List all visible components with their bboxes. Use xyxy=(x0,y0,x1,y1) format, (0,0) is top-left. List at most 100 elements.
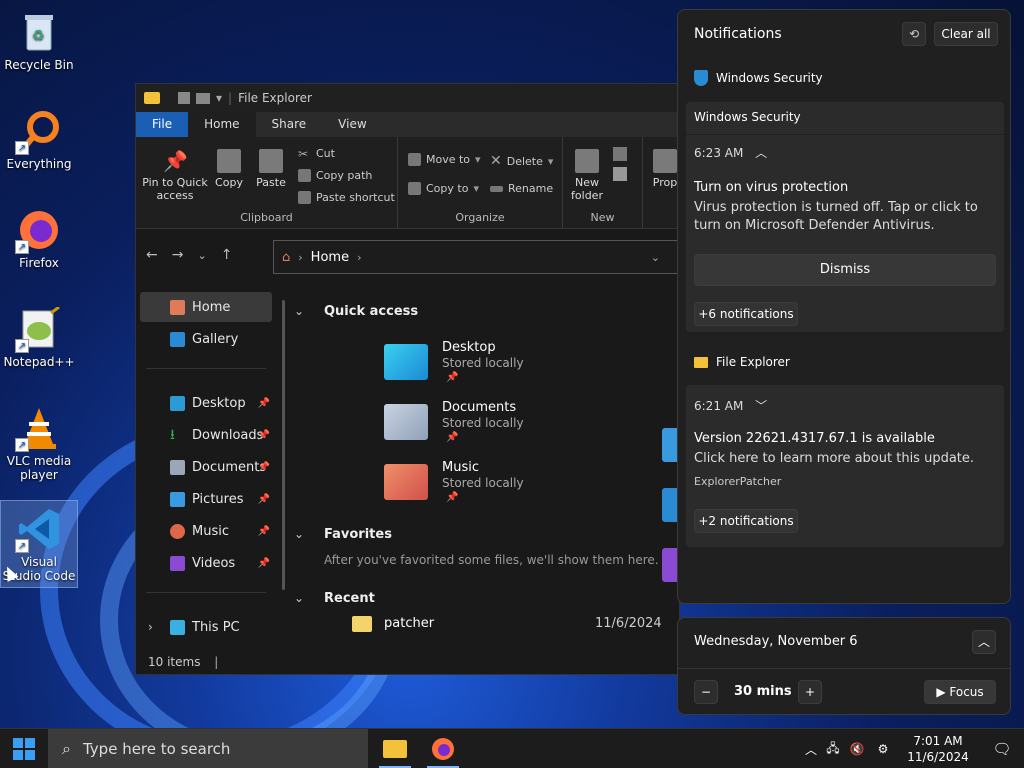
section-favorites[interactable]: Favorites xyxy=(324,527,392,542)
notification-card-file-explorer[interactable]: 6:21 AM ﹀ Version 22621.4317.67.1 is ava… xyxy=(686,385,1004,547)
expand-calendar-button[interactable]: ︿ xyxy=(972,630,996,654)
paste-shortcut-button[interactable]: Paste shortcut xyxy=(298,191,395,204)
desktop-icon-everything[interactable]: ↗ Everything xyxy=(0,103,78,191)
nav-item-documents[interactable]: Documents 📌 xyxy=(140,452,272,482)
easy-access-icon[interactable] xyxy=(613,167,627,181)
pin-icon[interactable]: 📌 xyxy=(258,558,270,569)
volume-muted-icon[interactable]: 🔇 xyxy=(844,742,870,756)
clear-all-button[interactable]: Clear all xyxy=(934,22,998,46)
cut-button[interactable]: ✂ Cut xyxy=(298,147,335,161)
pin-to-quick-access-button[interactable]: 📌 Pin to Quick access xyxy=(142,149,208,202)
notification-source: ExplorerPatcher xyxy=(694,475,782,488)
folder-shortcut-icon xyxy=(352,616,372,632)
breadcrumb-home[interactable]: Home xyxy=(311,250,349,265)
properties-button[interactable]: Prop xyxy=(648,149,679,189)
folder-item-music[interactable]: Music Stored locally 📌 xyxy=(384,460,679,510)
pin-icon[interactable]: 📌 xyxy=(258,494,270,505)
recent-file-row[interactable]: patcher 11/6/2024 xyxy=(352,616,679,638)
start-button[interactable] xyxy=(0,729,48,768)
increase-focus-button[interactable]: + xyxy=(798,680,822,704)
network-icon[interactable]: 🖧 xyxy=(822,739,844,760)
nav-item-videos[interactable]: Videos 📌 xyxy=(140,548,272,578)
desktop-icon-label: Everything xyxy=(6,157,72,171)
folder-item-documents[interactable]: Documents Stored locally 📌 xyxy=(384,400,679,450)
decrease-focus-button[interactable]: − xyxy=(694,680,718,704)
rename-button[interactable]: Rename xyxy=(490,182,553,195)
nav-item-gallery[interactable]: Gallery xyxy=(140,324,272,354)
properties-quick-icon[interactable] xyxy=(178,92,190,104)
chevron-up-icon: ︿ xyxy=(755,146,768,160)
quick-access-dropdown-icon[interactable]: ▾ xyxy=(216,91,222,105)
system-tray: ︿ 🖧 🔇 ⚙ 7:01 AM 11/6/2024 🗨 xyxy=(800,729,1024,768)
folder-name: Documents xyxy=(442,400,517,415)
nav-item-this-pc[interactable]: › This PC xyxy=(140,612,272,642)
pin-icon[interactable]: 📌 xyxy=(258,462,270,473)
recent-file-date: 11/6/2024 xyxy=(595,616,662,631)
desktop-icon-vlc[interactable]: ↗ VLC media player xyxy=(0,400,78,488)
new-folder-button[interactable]: New folder xyxy=(567,149,607,202)
file-explorer-window[interactable]: ▾ | File Explorer File Home Share View 📌… xyxy=(135,83,680,675)
item-count: 10 items xyxy=(148,655,201,669)
notification-time[interactable]: 6:21 AM ﹀ xyxy=(694,397,767,414)
nav-item-pictures[interactable]: Pictures 📌 xyxy=(140,484,272,514)
nav-item-desktop[interactable]: Desktop 📌 xyxy=(140,388,272,418)
pin-icon[interactable]: 📌 xyxy=(258,398,270,409)
clock[interactable]: 7:01 AM 11/6/2024 xyxy=(896,733,980,765)
windows-logo-icon xyxy=(13,738,35,760)
folder-status: Stored locally xyxy=(442,416,524,430)
dismiss-button[interactable]: Dismiss xyxy=(694,254,996,286)
section-recent[interactable]: Recent xyxy=(324,591,375,606)
more-notifications-button[interactable]: +2 notifications xyxy=(694,509,798,533)
recent-locations-chevron-icon[interactable]: ⌄ xyxy=(197,249,206,262)
taskbar-search-box[interactable]: ⌕ Type here to search xyxy=(48,729,368,768)
collapse-chevron-icon[interactable]: ⌄ xyxy=(294,591,304,605)
tab-file[interactable]: File xyxy=(136,112,189,137)
desktop-icon-firefox[interactable]: ↗ Firefox xyxy=(0,202,78,290)
nav-scrollbar[interactable] xyxy=(282,300,285,590)
settings-gear-icon[interactable]: ⚙ xyxy=(870,742,896,756)
collapse-chevron-icon[interactable]: ⌄ xyxy=(294,527,304,541)
chevron-down-icon: ﹀ xyxy=(755,399,768,413)
desktop-icon-notepad-plus-plus[interactable]: ↗ Notepad++ xyxy=(0,301,78,389)
nav-item-music[interactable]: Music 📌 xyxy=(140,516,272,546)
pin-icon[interactable]: 📌 xyxy=(258,526,270,537)
taskbar-app-firefox[interactable] xyxy=(421,729,465,768)
move-to-button[interactable]: Move to ▾ xyxy=(408,153,481,166)
navigation-pane: Home Gallery Desktop 📌 ⭳ Downloads 📌 Docume… xyxy=(136,290,286,650)
address-dropdown-icon[interactable]: ⌄ xyxy=(651,251,660,264)
back-arrow-icon[interactable]: ← xyxy=(146,247,158,263)
new-folder-quick-icon[interactable] xyxy=(196,92,210,104)
show-hidden-icons-chevron-icon[interactable]: ︿ xyxy=(800,741,822,758)
tab-share[interactable]: Share xyxy=(256,112,323,137)
more-notifications-button[interactable]: +6 notifications xyxy=(694,302,798,326)
delete-button[interactable]: ✕ Delete ▾ xyxy=(490,153,553,169)
folder-item-desktop[interactable]: Desktop Stored locally 📌 xyxy=(384,340,679,390)
new-item-icon[interactable] xyxy=(613,147,627,161)
copy-to-button[interactable]: Copy to ▾ xyxy=(408,182,479,195)
address-bar[interactable]: ⌂ › Home › ⌄ ○ xyxy=(273,240,679,274)
content-pane: ⌄ Quick access Desktop Stored locally 📌 … xyxy=(294,290,679,650)
explorer-titlebar[interactable]: ▾ | File Explorer xyxy=(136,84,679,112)
paste-button[interactable]: Paste xyxy=(254,149,288,189)
notification-center-icon[interactable]: 🗨 xyxy=(980,740,1024,758)
notification-card-windows-security[interactable]: Windows Security 6:23 AM ︿ Turn on virus… xyxy=(686,102,1004,332)
pictures-icon xyxy=(170,491,185,507)
home-icon: ⌂ xyxy=(282,249,291,265)
notification-time[interactable]: 6:23 AM ︿ xyxy=(694,144,767,161)
tab-home[interactable]: Home xyxy=(188,112,256,137)
copy-path-button[interactable]: Copy path xyxy=(298,169,372,182)
copy-button[interactable]: Copy xyxy=(212,149,246,189)
nav-item-home[interactable]: Home xyxy=(140,292,272,322)
forward-arrow-icon[interactable]: → xyxy=(172,247,184,263)
collapse-chevron-icon[interactable]: ⌄ xyxy=(294,304,304,318)
nav-item-downloads[interactable]: ⭳ Downloads 📌 xyxy=(140,420,272,450)
up-arrow-icon[interactable]: ↑ xyxy=(221,247,233,263)
taskbar-app-file-explorer[interactable] xyxy=(373,729,417,768)
desktop-icon-recycle-bin[interactable]: ♻ Recycle Bin xyxy=(0,4,78,92)
tab-view[interactable]: View xyxy=(322,112,382,137)
do-not-disturb-button[interactable]: ⟲ xyxy=(902,22,926,46)
expand-chevron-icon[interactable]: › xyxy=(148,620,153,634)
focus-button[interactable]: ▶ Focus xyxy=(924,680,996,704)
section-quick-access[interactable]: Quick access xyxy=(324,304,418,319)
pin-icon[interactable]: 📌 xyxy=(258,430,270,441)
